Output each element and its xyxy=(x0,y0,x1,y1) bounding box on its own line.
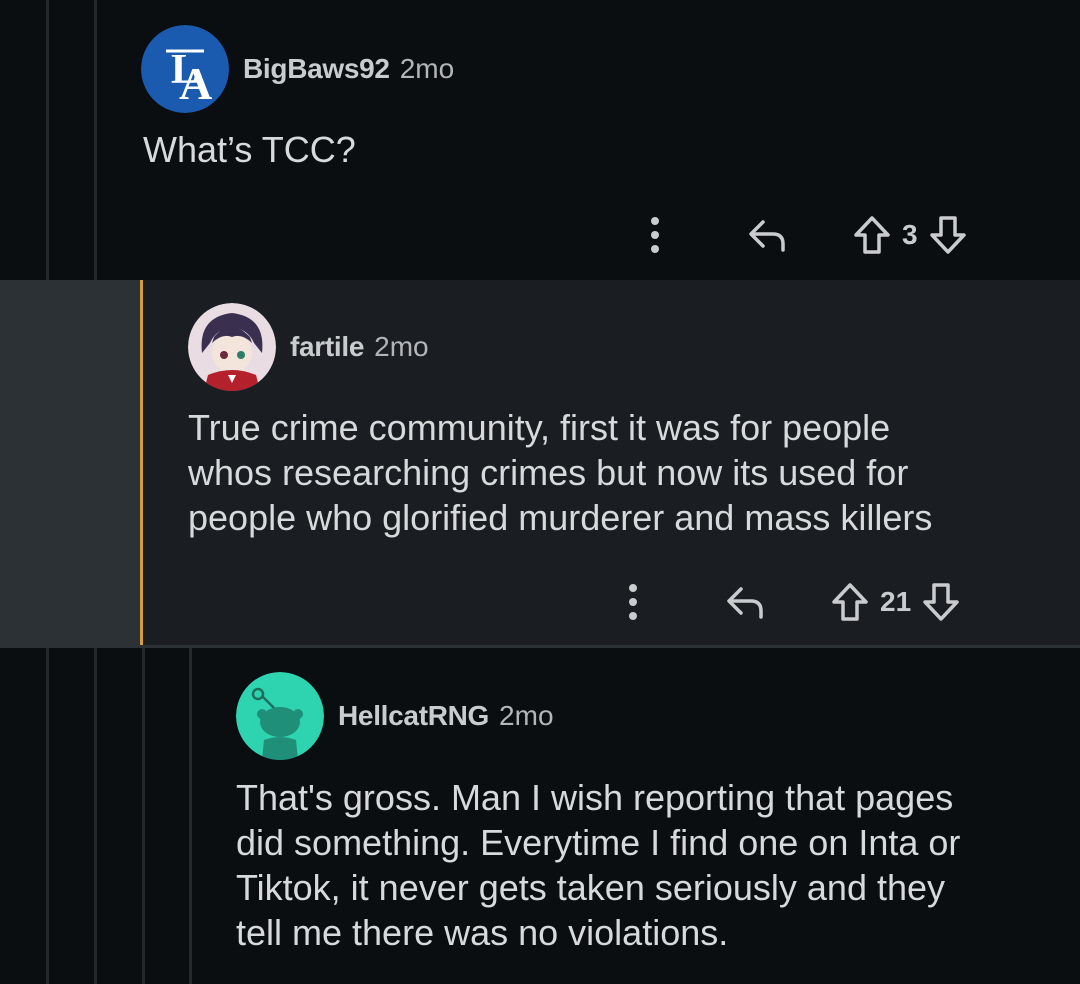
downvote-button[interactable] xyxy=(928,210,968,260)
more-vertical-icon xyxy=(651,217,659,253)
downvote-icon xyxy=(923,583,959,621)
comment-text-line: tell me there was no violations. xyxy=(236,912,729,953)
comment-text: True crime community, first it was for p… xyxy=(188,405,932,540)
timestamp: 2mo xyxy=(399,53,455,84)
svg-text:A: A xyxy=(179,58,212,109)
comment-header: fartile 2mo xyxy=(188,303,429,391)
upvote-icon xyxy=(832,583,868,621)
comment-fartile: fartile 2mo True crime community, first … xyxy=(0,280,1080,646)
comment-text-line: True crime community, first it was for p… xyxy=(188,407,891,448)
comment-actions: 21 xyxy=(618,577,961,627)
comment-header: L A BigBaws92 2mo xyxy=(141,25,454,113)
snoo-avatar[interactable] xyxy=(236,672,324,760)
anime-girl-avatar[interactable] xyxy=(188,303,276,391)
comment-text-line: people who glorified murderer and mass k… xyxy=(188,497,933,538)
reply-icon xyxy=(727,587,763,619)
comment-text: What’s TCC? xyxy=(143,129,356,170)
downvote-button[interactable] xyxy=(921,577,961,627)
comment-header: HellcatRNG 2mo xyxy=(236,672,554,760)
comment-text-line: did something. Everytime I find one on I… xyxy=(236,822,961,863)
comment-text: That's gross. Man I wish reporting that … xyxy=(236,775,960,955)
score: 21 xyxy=(880,586,912,617)
more-options-button[interactable] xyxy=(618,577,648,627)
upvote-button[interactable] xyxy=(830,577,870,627)
comment-text-line: Tiktok, it never gets taken seriously an… xyxy=(236,867,946,908)
reply-button[interactable] xyxy=(744,210,790,260)
username[interactable]: fartile xyxy=(290,331,364,363)
score: 3 xyxy=(902,219,918,250)
username[interactable]: BigBaws92 xyxy=(243,53,390,85)
comment-text-line: whos researching crimes but now its used… xyxy=(188,452,909,493)
more-options-button[interactable] xyxy=(640,210,670,260)
comment-hellcatrng: HellcatRNG 2mo That's gross. Man I wish … xyxy=(0,648,1080,984)
comment-bigbaws92: L A BigBaws92 2mo What’s TCC? 3 xyxy=(0,0,1080,280)
comment-text-line: That's gross. Man I wish reporting that … xyxy=(236,777,954,818)
timestamp: 2mo xyxy=(499,700,554,731)
timestamp: 2mo xyxy=(374,331,429,362)
highlight-accent-bar xyxy=(140,280,143,646)
la-logo-avatar[interactable]: L A xyxy=(141,25,229,113)
downvote-icon xyxy=(929,216,966,254)
reply-icon xyxy=(749,220,785,252)
comment-actions: 3 xyxy=(640,210,968,260)
reply-button[interactable] xyxy=(722,577,768,627)
upvote-button[interactable] xyxy=(852,210,892,260)
highlight-strip xyxy=(0,280,140,646)
username[interactable]: HellcatRNG xyxy=(338,700,489,732)
upvote-icon xyxy=(854,216,890,254)
more-vertical-icon xyxy=(629,584,637,620)
